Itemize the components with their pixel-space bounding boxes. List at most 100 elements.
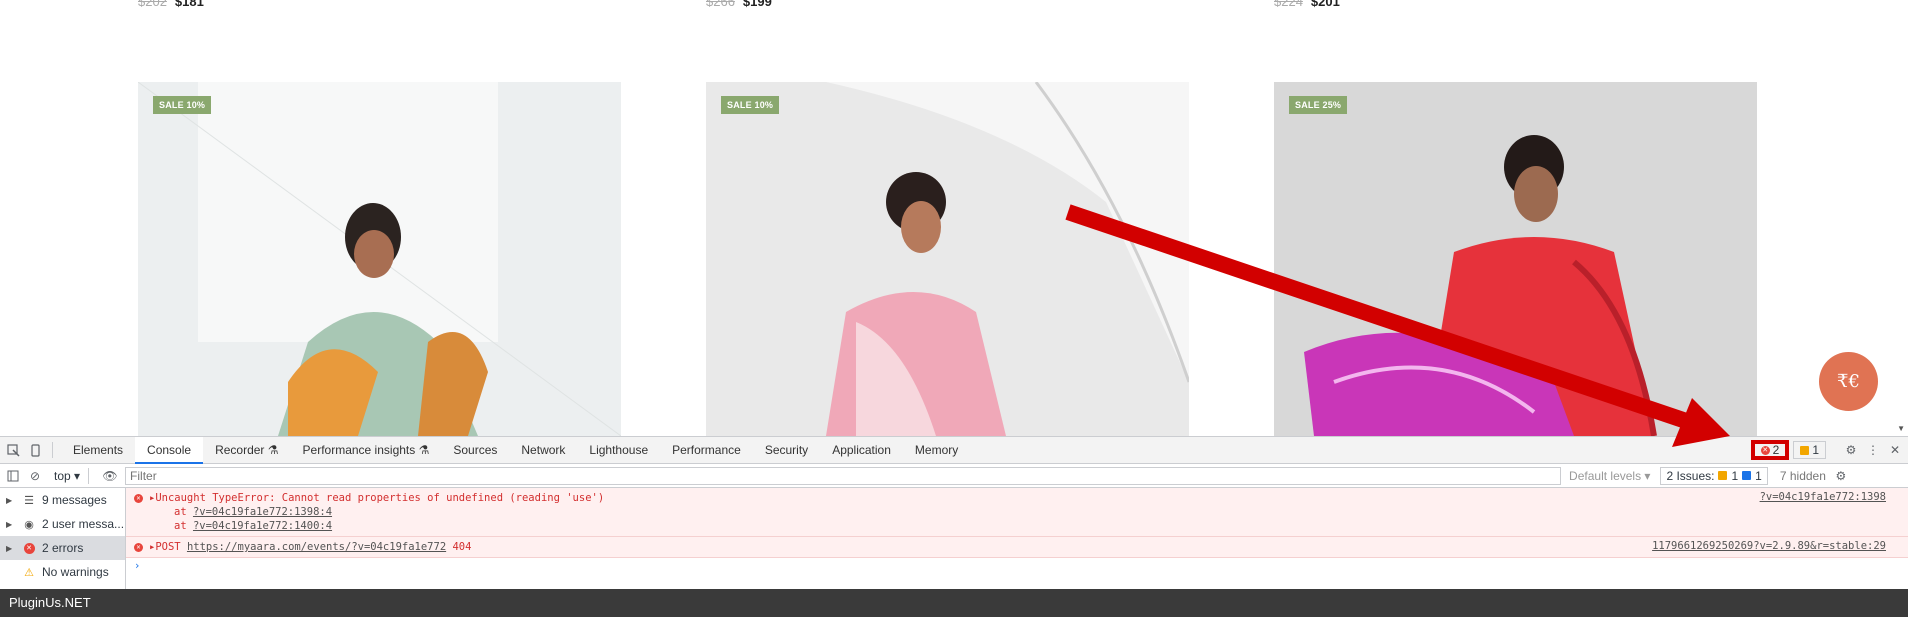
console-body: ▶ ☰ 9 messages ▶ ◉ 2 user messa... ▶ ✕ 2… (0, 488, 1908, 589)
user-icon: ◉ (24, 518, 34, 531)
expand-arrow-icon: ▶ (6, 519, 13, 529)
filter-input[interactable] (125, 466, 1562, 485)
sidebar-item-label: 2 errors (42, 541, 84, 555)
product-grid: $202 $181 $266 $199 $224 $201 SALE 10% S… (0, 0, 1908, 436)
tab-console[interactable]: Console (135, 436, 204, 464)
issue-count-button[interactable]: 1 (1793, 441, 1826, 459)
source-link[interactable]: ?v=04c19fa1e772:1398 (1760, 491, 1886, 503)
error-count-button[interactable]: ✕ 2 (1750, 440, 1790, 460)
expand-arrow-icon: ▶ (6, 543, 13, 553)
context-selector[interactable]: top ▾ (54, 469, 80, 483)
hidden-count: 7 hidden (1779, 468, 1826, 483)
sidebar-item-label: 2 user messa... (42, 517, 125, 531)
device-toolbar-icon[interactable] (26, 441, 44, 459)
source-link[interactable]: 1179661269250269?v=2.9.89&r=stable:29 (1652, 540, 1886, 552)
product-image (138, 82, 621, 436)
product-card[interactable]: SALE 10% (138, 82, 621, 436)
tab-network[interactable]: Network (509, 437, 577, 464)
error-icon: ✕ (134, 543, 143, 552)
error-icon: ✕ (22, 541, 36, 555)
stack-link[interactable]: ?v=04c19fa1e772:1398:4 (193, 506, 332, 518)
error-icon: ✕ (134, 494, 143, 503)
issue-count: 1 (1812, 443, 1819, 457)
tab-security[interactable]: Security (753, 437, 820, 464)
console-messages: ✕ ▸Uncaught TypeError: Cannot read proper… (126, 488, 1908, 589)
list-icon: ☰ (24, 494, 34, 507)
stack-prefix: at (174, 520, 193, 532)
sidebar-item-label: No warnings (42, 565, 109, 579)
issues-label: 2 Issues: (1666, 468, 1715, 483)
tab-label: Performance insights (302, 442, 416, 457)
devtools-tabbar: Elements Console Recorder ⚗ Performance … (0, 436, 1908, 464)
tab-sources[interactable]: Sources (441, 437, 509, 464)
context-label: top (54, 468, 71, 483)
issues-info-count: 1 (1755, 468, 1762, 483)
settings-gear-icon[interactable]: ⚙ (1842, 441, 1860, 459)
error-icon: ✕ (1760, 445, 1770, 455)
divider (52, 442, 53, 458)
inspect-element-icon[interactable] (4, 441, 22, 459)
console-network-error[interactable]: ✕ ▸POST https://myaara.com/events/?v=04c1… (126, 537, 1908, 558)
scroll-down-icon[interactable]: ▼ (1897, 424, 1905, 433)
sidebar-item-warnings[interactable]: ⚠ No warnings (0, 560, 125, 584)
tab-lighthouse[interactable]: Lighthouse (577, 437, 660, 464)
sidebar-item-errors[interactable]: ▶ ✕ 2 errors (0, 536, 125, 560)
product-image (706, 82, 1189, 436)
product-card[interactable]: SALE 10% (706, 82, 1189, 436)
console-error-message[interactable]: ✕ ▸Uncaught TypeError: Cannot read proper… (126, 488, 1908, 537)
sidebar-item-user-messages[interactable]: ▶ ◉ 2 user messa... (0, 512, 125, 536)
tab-performance[interactable]: Performance (660, 437, 753, 464)
tab-application[interactable]: Application (820, 437, 903, 464)
stack-link[interactable]: ?v=04c19fa1e772:1400:4 (193, 520, 332, 532)
close-icon[interactable]: ✕ (1886, 441, 1904, 459)
error-text: Uncaught TypeError: Cannot read properti… (155, 492, 605, 504)
issues-warn-count: 1 (1731, 468, 1739, 483)
sale-badge: SALE 25% (1289, 96, 1348, 114)
log-levels-dropdown[interactable]: Default levels ▾ (1569, 469, 1650, 483)
stack-prefix: at (174, 506, 193, 518)
product-image (1274, 82, 1757, 436)
more-options-icon[interactable]: ⋮ (1864, 441, 1882, 459)
screenshot: $202 $181 $266 $199 $224 $201 SALE 10% S… (0, 0, 1908, 617)
issues-button[interactable]: 2 Issues: 1 1 (1660, 466, 1768, 485)
devtools-panel: Elements Console Recorder ⚗ Performance … (0, 436, 1908, 589)
price-3: $224 $201 (1274, 0, 1340, 9)
console-prompt[interactable]: › (126, 558, 1908, 574)
tab-elements[interactable]: Elements (61, 437, 135, 464)
footer-bar: PluginUs.NET (0, 589, 1908, 617)
clear-console-icon[interactable]: ⊘ (26, 467, 44, 485)
tab-memory[interactable]: Memory (903, 437, 970, 464)
console-toolbar: ⊘ top ▾ 👁 Default levels ▾ 2 Issues: 1 1… (0, 464, 1908, 488)
http-method: POST (155, 541, 181, 553)
new-price: $201 (1310, 0, 1340, 9)
flask-icon: ⚗ (267, 442, 279, 457)
old-price: $202 (138, 0, 167, 9)
sidebar-item-messages[interactable]: ▶ ☰ 9 messages (0, 488, 125, 512)
price-2: $266 $199 (706, 0, 772, 9)
old-price: $224 (1274, 0, 1303, 9)
console-sidebar: ▶ ☰ 9 messages ▶ ◉ 2 user messa... ▶ ✕ 2… (0, 488, 126, 589)
sidebar-toggle-icon[interactable] (4, 467, 22, 485)
request-url[interactable]: https://myaara.com/events/?v=04c19fa1e77… (187, 541, 446, 553)
sidebar-item-label: 9 messages (42, 493, 107, 507)
sale-badge: SALE 10% (721, 96, 780, 114)
price-1: $202 $181 (138, 0, 204, 9)
http-status: 404 (452, 541, 472, 553)
divider (88, 467, 90, 484)
new-price: $181 (174, 0, 204, 9)
expand-arrow-icon: ▶ (6, 495, 13, 505)
tab-performance-insights[interactable]: Performance insights ⚗ (291, 437, 442, 464)
flask-icon: ⚗ (418, 442, 430, 457)
console-settings-gear-icon[interactable]: ⚙ (1832, 467, 1850, 485)
levels-label: Default levels (1569, 468, 1642, 483)
tab-recorder[interactable]: Recorder ⚗ (203, 437, 290, 464)
tabbar-right: ✕ 2 1 ⚙ ⋮ ✕ (1750, 437, 1908, 464)
product-card[interactable]: SALE 25% (1274, 82, 1757, 436)
currency-switcher-button[interactable]: ₹€ (1819, 352, 1878, 411)
tab-label: Recorder (215, 442, 265, 457)
old-price: $266 (706, 0, 735, 9)
warning-icon: ⚠ (24, 566, 34, 579)
sale-badge: SALE 10% (153, 96, 212, 114)
live-expression-eye-icon[interactable]: 👁 (101, 467, 119, 485)
info-flag-icon (1742, 471, 1752, 480)
